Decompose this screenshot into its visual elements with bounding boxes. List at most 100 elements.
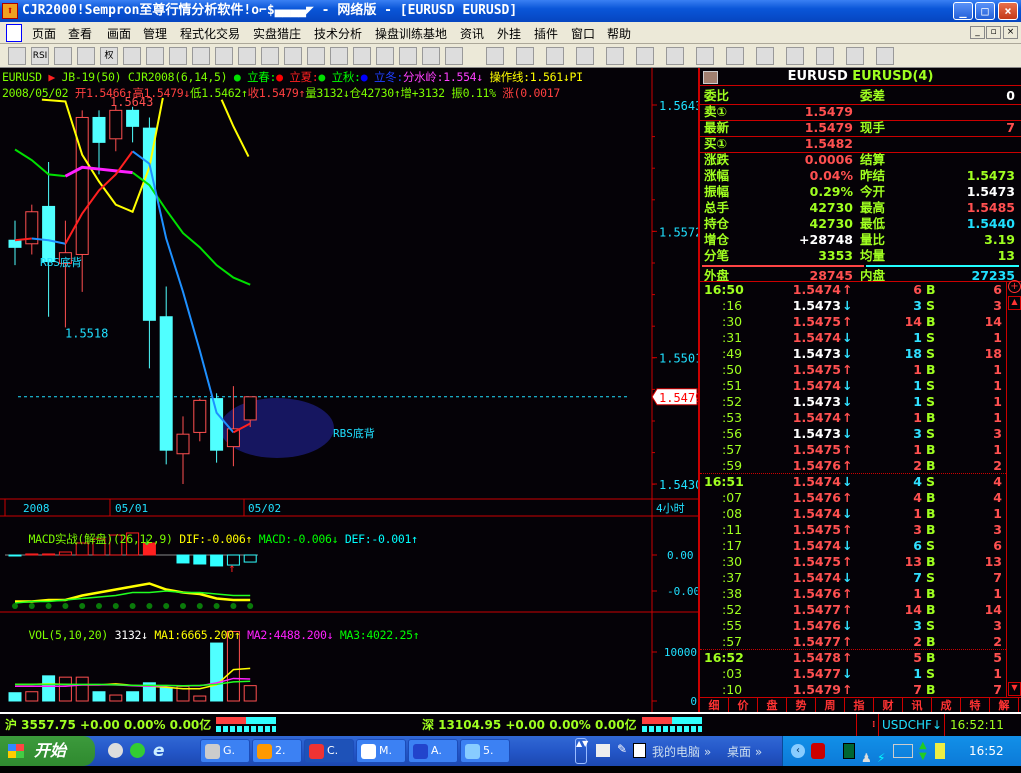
pen-icon[interactable] [307, 47, 325, 65]
trade-list-scrollbar[interactable]: + ▲ ▼ [1006, 280, 1021, 698]
ie-icon[interactable]: e [153, 741, 165, 761]
fib-icon[interactable] [546, 47, 564, 65]
chart-doc-icon[interactable] [6, 24, 22, 42]
trade-row[interactable]: :30 1.5475 ↑ 14 B 14 [700, 314, 1006, 330]
toolbar-desktop[interactable]: 桌面 » [727, 743, 762, 760]
taskbar-task[interactable]: C. [304, 739, 354, 763]
users-icon[interactable]: ♟ [861, 743, 872, 773]
book-icon[interactable] [215, 47, 233, 65]
line-icon[interactable] [516, 47, 534, 65]
panel-tab[interactable]: 势 [787, 698, 816, 713]
close-button[interactable]: × [998, 2, 1018, 20]
battery-icon[interactable] [935, 743, 945, 759]
trade-row[interactable]: :08 1.5474 ↓ 1 B 1 [700, 506, 1006, 522]
scroll-down-button[interactable]: ▼ [1008, 682, 1021, 696]
menu-item[interactable]: 操盘训练基地 [375, 25, 447, 42]
trade-row[interactable]: :38 1.5476 ↑ 1 B 1 [700, 586, 1006, 602]
scroll-up-button[interactable]: ▲ [1008, 296, 1021, 310]
minimize-button[interactable]: _ [953, 2, 973, 20]
menu-item[interactable]: 管理 [143, 25, 167, 42]
pen-icon[interactable]: ✎ [617, 742, 627, 756]
crosshair-icon[interactable]: + [1008, 280, 1021, 293]
trade-row[interactable]: 16:50 1.5474 ↑ 6 B 6 [700, 282, 1006, 298]
highlighter-icon[interactable] [816, 47, 834, 65]
alert-icon[interactable] [811, 743, 825, 759]
ellipse-icon[interactable] [726, 47, 744, 65]
fan-icon[interactable] [606, 47, 624, 65]
start-button[interactable]: 开始 [0, 736, 95, 766]
taskbar-task[interactable]: A. [408, 739, 458, 763]
move-icon[interactable] [54, 47, 72, 65]
menu-item[interactable]: 实盘猎庄 [253, 25, 301, 42]
copy-icon[interactable] [192, 47, 210, 65]
menu-item[interactable]: 技术分析 [314, 25, 362, 42]
open-folder-icon[interactable] [8, 47, 26, 65]
menu-item[interactable]: 程式化交易 [180, 25, 240, 42]
trade-row[interactable]: :50 1.5475 ↑ 1 B 1 [700, 362, 1006, 378]
panel-tab[interactable]: 特 [961, 698, 990, 713]
trade-row[interactable]: :10 1.5479 ↑ 7 B 7 [700, 682, 1006, 698]
trade-row[interactable]: :31 1.5474 ↓ 1 S 1 [700, 330, 1006, 346]
rights-icon[interactable]: 权 [100, 47, 118, 65]
app-icon[interactable]: ⬆ [2, 3, 18, 19]
chart-panel[interactable]: EURUSD ▶ JB-19(50) CJR2008(6,14,5) ● 立春:… [0, 68, 698, 712]
panel-tab[interactable]: 细 [700, 698, 729, 713]
mdi-restore-button[interactable]: ▫ [986, 26, 1001, 39]
toolbar-my-computer[interactable]: 我的电脑 » [652, 743, 711, 760]
rect-icon[interactable] [696, 47, 714, 65]
binoculars-icon[interactable] [146, 47, 164, 65]
mdi-close-button[interactable]: × [1003, 26, 1018, 39]
menu-item[interactable]: 帮助 [607, 25, 631, 42]
vlines-icon[interactable] [576, 47, 594, 65]
resize-icon[interactable] [77, 47, 95, 65]
taskbar-task[interactable]: 5. [460, 739, 510, 763]
parallel-icon[interactable] [666, 47, 684, 65]
trade-row[interactable]: :51 1.5474 ↓ 1 S 1 [700, 378, 1006, 394]
trade-row[interactable]: :56 1.5473 ↓ 3 S 3 [700, 426, 1006, 442]
meter-icon[interactable] [843, 743, 855, 759]
window3-icon[interactable] [422, 47, 440, 65]
menu-item[interactable]: 画面 [107, 25, 131, 42]
network-icon[interactable]: ⚡ [877, 743, 885, 773]
traffic-light-icon[interactable] [123, 47, 141, 65]
trade-row[interactable]: :52 1.5477 ↑ 14 B 14 [700, 602, 1006, 618]
lion-icon[interactable] [261, 47, 279, 65]
trade-row[interactable]: :16 1.5473 ↓ 3 S 3 [700, 298, 1006, 314]
panel-tab[interactable]: 财 [874, 698, 903, 713]
trade-list[interactable]: 16:50 1.5474 ↑ 6 B 6:16 1.5473 ↓ 3 S 3:30 1.5475 ↑ 14… [700, 282, 1006, 698]
palette-icon[interactable] [846, 47, 864, 65]
alarm-bell-icon[interactable] [284, 47, 302, 65]
eraser-icon[interactable] [786, 47, 804, 65]
network2-icon[interactable] [893, 744, 913, 758]
save-icon[interactable] [876, 47, 894, 65]
layout-cols-icon[interactable] [353, 47, 371, 65]
search-icon[interactable] [238, 47, 256, 65]
maximize-button[interactable]: □ [975, 2, 995, 20]
trade-row[interactable]: 16:51 1.5474 ↓ 4 S 4 [700, 474, 1006, 490]
menu-item[interactable]: 资讯 [460, 25, 484, 42]
trade-row[interactable]: :30 1.5475 ↑ 13 B 13 [700, 554, 1006, 570]
menu-item[interactable]: 查看 [68, 25, 92, 42]
tray-clock[interactable]: 16:52 [969, 736, 1004, 766]
rsi-icon[interactable]: RSI [31, 47, 49, 65]
panel-tab[interactable]: 盘 [758, 698, 787, 713]
trade-row[interactable]: 16:52 1.5478 ↑ 5 B 5 [700, 650, 1006, 666]
tray-expand-button[interactable]: ‹ [791, 744, 805, 758]
keyboard-icon[interactable] [596, 744, 610, 757]
trade-row[interactable]: :53 1.5474 ↑ 1 B 1 [700, 410, 1006, 426]
menu-item[interactable]: 插件 [534, 25, 558, 42]
panel-tab[interactable]: 讯 [903, 698, 932, 713]
panel-tab[interactable]: 周 [816, 698, 845, 713]
layout-rows-icon[interactable] [330, 47, 348, 65]
trade-row[interactable]: :59 1.5476 ↑ 2 B 2 [700, 458, 1006, 474]
panel-tab[interactable]: 成 [932, 698, 961, 713]
cursor-icon[interactable] [486, 47, 504, 65]
trade-row[interactable]: :07 1.5476 ↑ 4 B 4 [700, 490, 1006, 506]
text-icon[interactable] [756, 47, 774, 65]
window-icon[interactable] [376, 47, 394, 65]
task-scroll-button[interactable]: ▲▼ [575, 738, 588, 764]
trade-row[interactable]: :49 1.5473 ↓ 18 S 18 [700, 346, 1006, 362]
trade-row[interactable]: :57 1.5475 ↑ 1 B 1 [700, 442, 1006, 458]
menu-item[interactable]: 外挂 [497, 25, 521, 42]
calendar-icon[interactable] [169, 47, 187, 65]
